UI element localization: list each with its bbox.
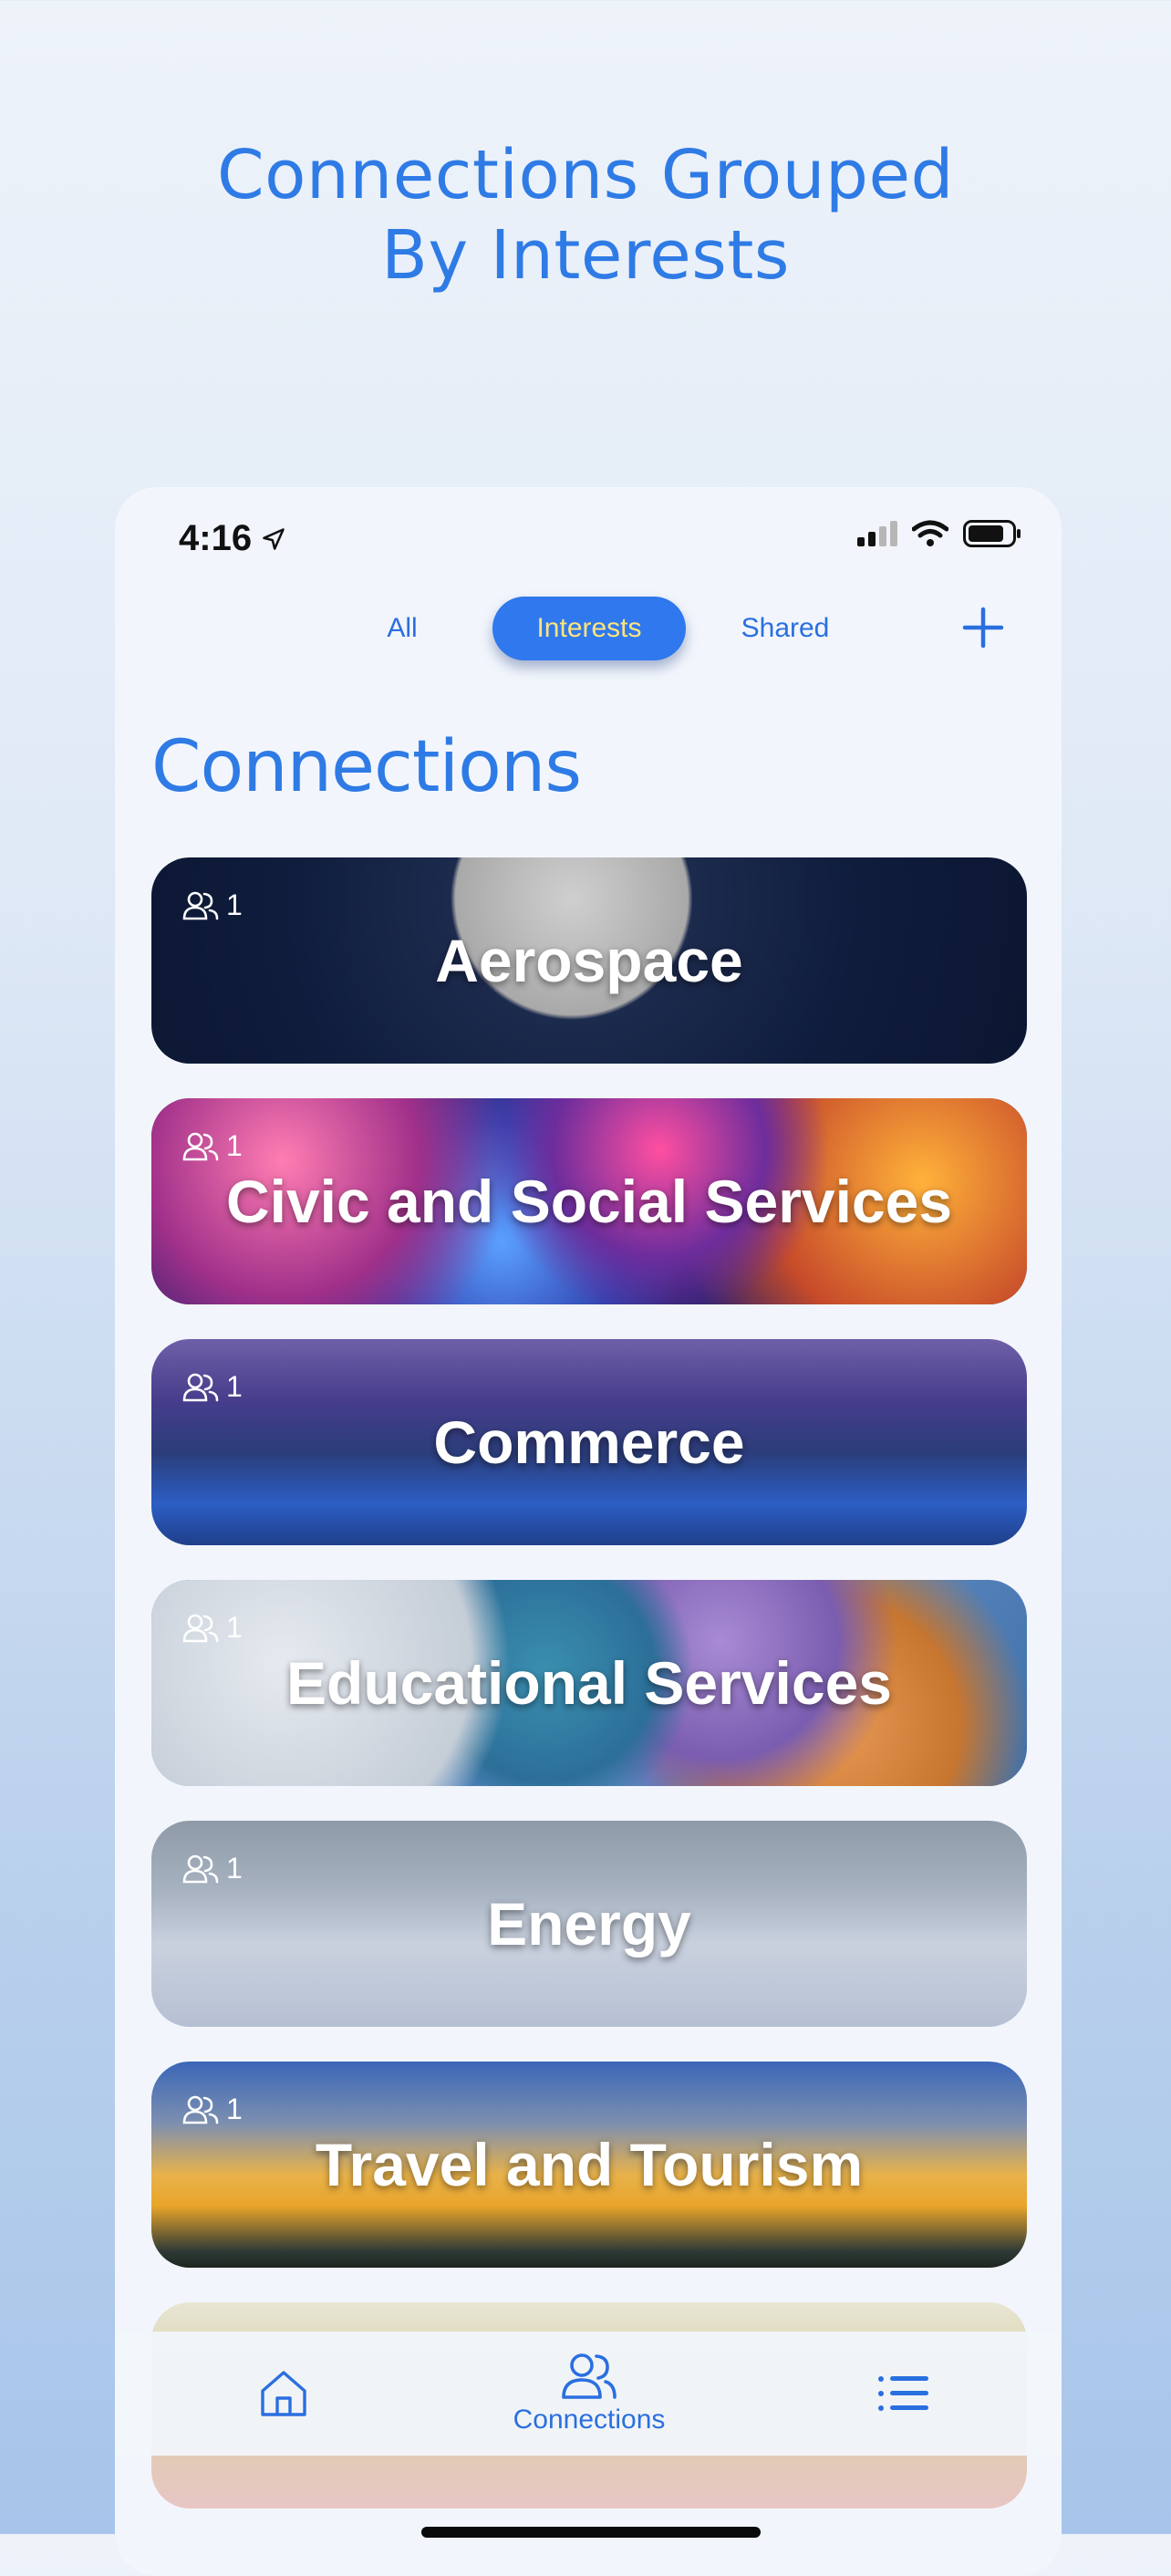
signal-icon [857,521,897,546]
page-title: Connections [151,726,582,808]
tab-connections[interactable]: Connections [489,2332,689,2456]
interest-card-aerospace[interactable]: 1 Aerospace [151,857,1027,1064]
segment-all[interactable]: All [361,597,443,660]
card-title: Travel and Tourism [315,2131,864,2198]
card-title: Commerce [433,1408,745,1476]
location-arrow-icon [263,527,285,550]
interest-card-commerce[interactable]: 1 Commerce [151,1339,1027,1545]
interest-card-list: 1 Aerospace 1 Civic and Social Services … [151,857,1027,2543]
tab-connections-label: Connections [513,2405,666,2435]
people-icon [562,2353,617,2399]
card-title: Educational Services [286,1649,892,1717]
interest-card-energy[interactable]: 1 Energy [151,1821,1027,2027]
home-indicator [421,2527,761,2538]
segment-shared[interactable]: Shared [717,597,854,660]
battery-icon [963,520,1021,547]
segmented-control: All Interests Shared [115,597,1062,670]
tab-home[interactable] [243,2332,325,2456]
interest-card-civic-and-social-services[interactable]: 1 Civic and Social Services [151,1098,1027,1304]
tab-menu[interactable] [863,2332,945,2456]
promo-title-line-1: Connections Grouped [216,136,955,214]
wifi-icon [912,520,948,546]
status-time-text: 4:16 [179,518,253,558]
interest-card-educational-services[interactable]: 1 Educational Services [151,1580,1027,1786]
card-title: Energy [487,1890,691,1958]
phone-screen: 4:16 All Interests Shared Connections 1 … [115,487,1062,2576]
promo-title-line-2: By Interests [381,216,790,295]
promo-title: Connections Grouped By Interests [0,135,1171,296]
home-icon [261,2371,306,2416]
list-icon [878,2376,928,2411]
card-title: Aerospace [435,927,743,994]
add-icon[interactable] [959,604,1007,651]
tab-bar: Connections [115,2332,1062,2456]
interest-card-travel-and-tourism[interactable]: 1 Travel and Tourism [151,2062,1027,2268]
segment-interests[interactable]: Interests [492,597,686,660]
status-bar-icons [857,520,1021,547]
card-title: Civic and Social Services [225,1168,953,1235]
status-bar-time: 4:16 [179,518,286,559]
